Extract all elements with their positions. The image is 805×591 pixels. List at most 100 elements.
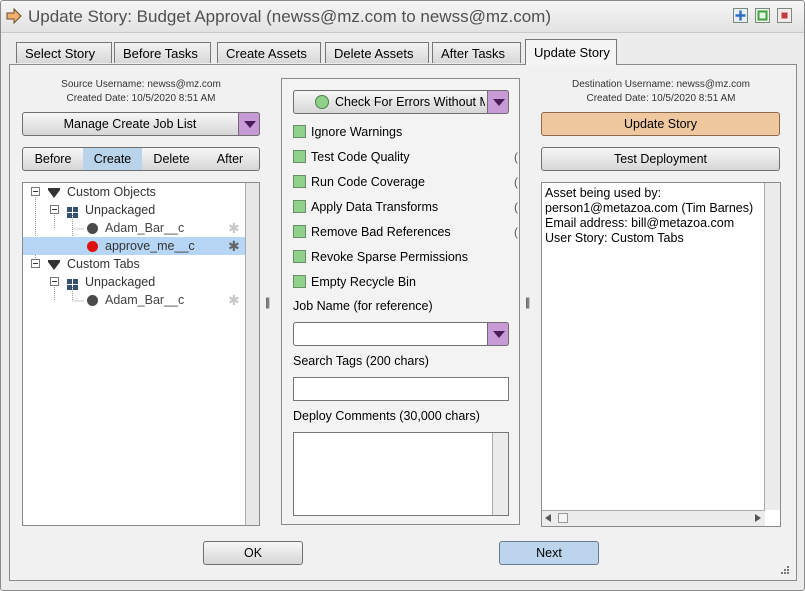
close-button[interactable] xyxy=(777,8,792,23)
usage-vertical-scrollbar[interactable] xyxy=(764,183,780,510)
ignore-warnings-checkbox[interactable]: Ignore Warnings xyxy=(293,124,402,140)
checkbox-label: Empty Recycle Bin xyxy=(311,275,416,289)
checkbox-box[interactable] xyxy=(293,225,306,238)
source-created-date: Created Date: 10/5/2020 8:51 AM xyxy=(66,93,216,104)
resize-grip-icon[interactable] xyxy=(780,564,790,578)
search-tags-label: Search Tags (200 chars) xyxy=(293,354,429,368)
tab-update-story[interactable]: Update Story xyxy=(525,39,617,65)
right-splitter-handle[interactable]: ||| xyxy=(525,295,535,309)
tab-delete-assets[interactable]: Delete Assets xyxy=(325,42,429,63)
job-name-label: Job Name (for reference) xyxy=(293,299,433,313)
tree-node-label: Unpackaged xyxy=(85,203,156,217)
segment-after[interactable]: After xyxy=(201,148,259,170)
tab-label: Delete Assets xyxy=(334,46,414,61)
tree-node-label: Custom Tabs xyxy=(67,257,140,271)
arrow-right-icon xyxy=(6,7,22,27)
chevron-down-icon xyxy=(487,322,509,346)
checkbox-label: Apply Data Transforms xyxy=(311,200,439,214)
collapse-icon[interactable] xyxy=(50,205,59,214)
tab-before-tasks[interactable]: Before Tasks xyxy=(114,42,211,63)
deploy-comments-label: Deploy Comments (30,000 chars) xyxy=(293,409,480,423)
collapse-icon[interactable] xyxy=(31,259,40,268)
asset-usage-textarea[interactable]: Asset being used by: person1@metazoa.com … xyxy=(541,182,781,527)
collapse-icon[interactable] xyxy=(50,277,59,286)
tree-node-unpackaged[interactable]: Unpackaged xyxy=(23,273,245,291)
scroll-thumb[interactable] xyxy=(558,513,568,523)
usage-line: Asset being used by: xyxy=(545,186,662,200)
tree-node-adam-bar[interactable]: Adam_Bar__c ✱ xyxy=(23,291,245,309)
checkbox-label: Run Code Coverage xyxy=(311,175,425,189)
tree-node-label: approve_me__c xyxy=(105,239,195,253)
run-code-coverage-checkbox[interactable]: Run Code Coverage xyxy=(293,174,425,190)
checkbox-box[interactable] xyxy=(293,175,306,188)
tree-node-approve-me[interactable]: approve_me__c ✱ xyxy=(23,237,245,255)
destination-created-date: Created Date: 10/5/2020 8:51 AM xyxy=(586,93,736,104)
option-settings-markers: ( ( ( ( xyxy=(514,149,518,240)
tab-select-story[interactable]: Select Story xyxy=(16,42,112,63)
scroll-right-icon[interactable] xyxy=(755,514,761,522)
collapse-icon[interactable] xyxy=(31,187,40,196)
job-name-combo[interactable] xyxy=(293,322,509,346)
maximize-button[interactable] xyxy=(733,8,748,23)
checkbox-box[interactable] xyxy=(293,125,306,138)
remove-bad-references-checkbox[interactable]: Remove Bad References xyxy=(293,224,451,240)
left-splitter-handle[interactable]: ||| xyxy=(265,295,275,309)
checkbox-box[interactable] xyxy=(293,200,306,213)
update-story-button[interactable]: Update Story xyxy=(541,112,780,136)
comments-scrollbar[interactable] xyxy=(492,433,508,515)
source-username: Source Username: newss@mz.com xyxy=(61,79,221,90)
tab-label: After Tasks xyxy=(441,46,506,61)
destination-info: Destination Username: newss@mz.com Creat… xyxy=(541,78,781,106)
option-marker-icon[interactable]: ( xyxy=(514,149,518,165)
segment-delete[interactable]: Delete xyxy=(142,148,201,170)
check-errors-dropdown[interactable]: Check For Errors Without M xyxy=(293,90,509,114)
usage-line: User Story: Custom Tabs xyxy=(545,231,684,245)
option-marker-icon[interactable]: ( xyxy=(514,199,518,215)
checkbox-box[interactable] xyxy=(293,275,306,288)
source-info: Source Username: newss@mz.com Created Da… xyxy=(22,78,260,106)
checkbox-box[interactable] xyxy=(293,250,306,263)
checkbox-label: Revoke Sparse Permissions xyxy=(311,250,469,264)
scroll-left-icon[interactable] xyxy=(545,514,551,522)
segment-before[interactable]: Before xyxy=(23,148,83,170)
empty-recycle-bin-checkbox[interactable]: Empty Recycle Bin xyxy=(293,274,416,290)
title-bar[interactable]: Update Story: Budget Approval (newss@mz.… xyxy=(1,1,804,33)
option-marker-icon[interactable]: ( xyxy=(514,174,518,190)
usage-line: person1@metazoa.com (Tim Barnes) xyxy=(545,201,754,215)
tree-node-custom-objects[interactable]: Custom Objects xyxy=(23,183,245,201)
tab-label: Create Assets xyxy=(226,46,307,61)
revoke-sparse-permissions-checkbox[interactable]: Revoke Sparse Permissions xyxy=(293,249,468,265)
asterisk-icon: ✱ xyxy=(228,220,240,236)
restore-button[interactable] xyxy=(755,8,770,23)
usage-text: Asset being used by: person1@metazoa.com … xyxy=(545,186,753,246)
next-button[interactable]: Next xyxy=(499,541,599,565)
asterisk-icon: ✱ xyxy=(228,292,240,308)
checkbox-box[interactable] xyxy=(293,150,306,163)
apply-data-transforms-checkbox[interactable]: Apply Data Transforms xyxy=(293,199,438,215)
tree-node-adam-bar[interactable]: Adam_Bar__c ✱ xyxy=(23,219,245,237)
manage-job-list-dropdown[interactable]: Manage Create Job List xyxy=(22,112,260,136)
tree-node-label: Adam_Bar__c xyxy=(105,221,185,235)
tab-label: Before Tasks xyxy=(123,46,198,61)
job-phase-selector: Before Create Delete After xyxy=(22,147,260,171)
tab-after-tasks[interactable]: After Tasks xyxy=(432,42,521,63)
deploy-comments-textarea[interactable] xyxy=(293,432,509,516)
tree-node-unpackaged[interactable]: Unpackaged xyxy=(23,201,245,219)
dropdown-value: Manage Create Job List xyxy=(63,117,197,131)
search-tags-input[interactable] xyxy=(293,377,509,401)
tab-create-assets[interactable]: Create Assets xyxy=(217,42,321,63)
test-code-quality-checkbox[interactable]: Test Code Quality xyxy=(293,149,410,165)
tree-scrollbar[interactable] xyxy=(245,183,259,525)
ok-button[interactable]: OK xyxy=(203,541,303,565)
segment-create[interactable]: Create xyxy=(83,148,142,170)
update-story-window: Update Story: Budget Approval (newss@mz.… xyxy=(0,0,805,591)
tab-bar: Select Story Before Tasks Create Assets … xyxy=(1,39,804,65)
usage-horizontal-scrollbar[interactable] xyxy=(542,510,765,526)
chevron-down-icon xyxy=(238,112,260,136)
test-deployment-button[interactable]: Test Deployment xyxy=(541,147,780,171)
option-marker-icon[interactable]: ( xyxy=(514,224,518,240)
stop-icon xyxy=(781,12,788,19)
status-red-icon xyxy=(87,241,98,252)
tree-node-custom-tabs[interactable]: Custom Tabs xyxy=(23,255,245,273)
green-circle-icon xyxy=(315,95,329,109)
